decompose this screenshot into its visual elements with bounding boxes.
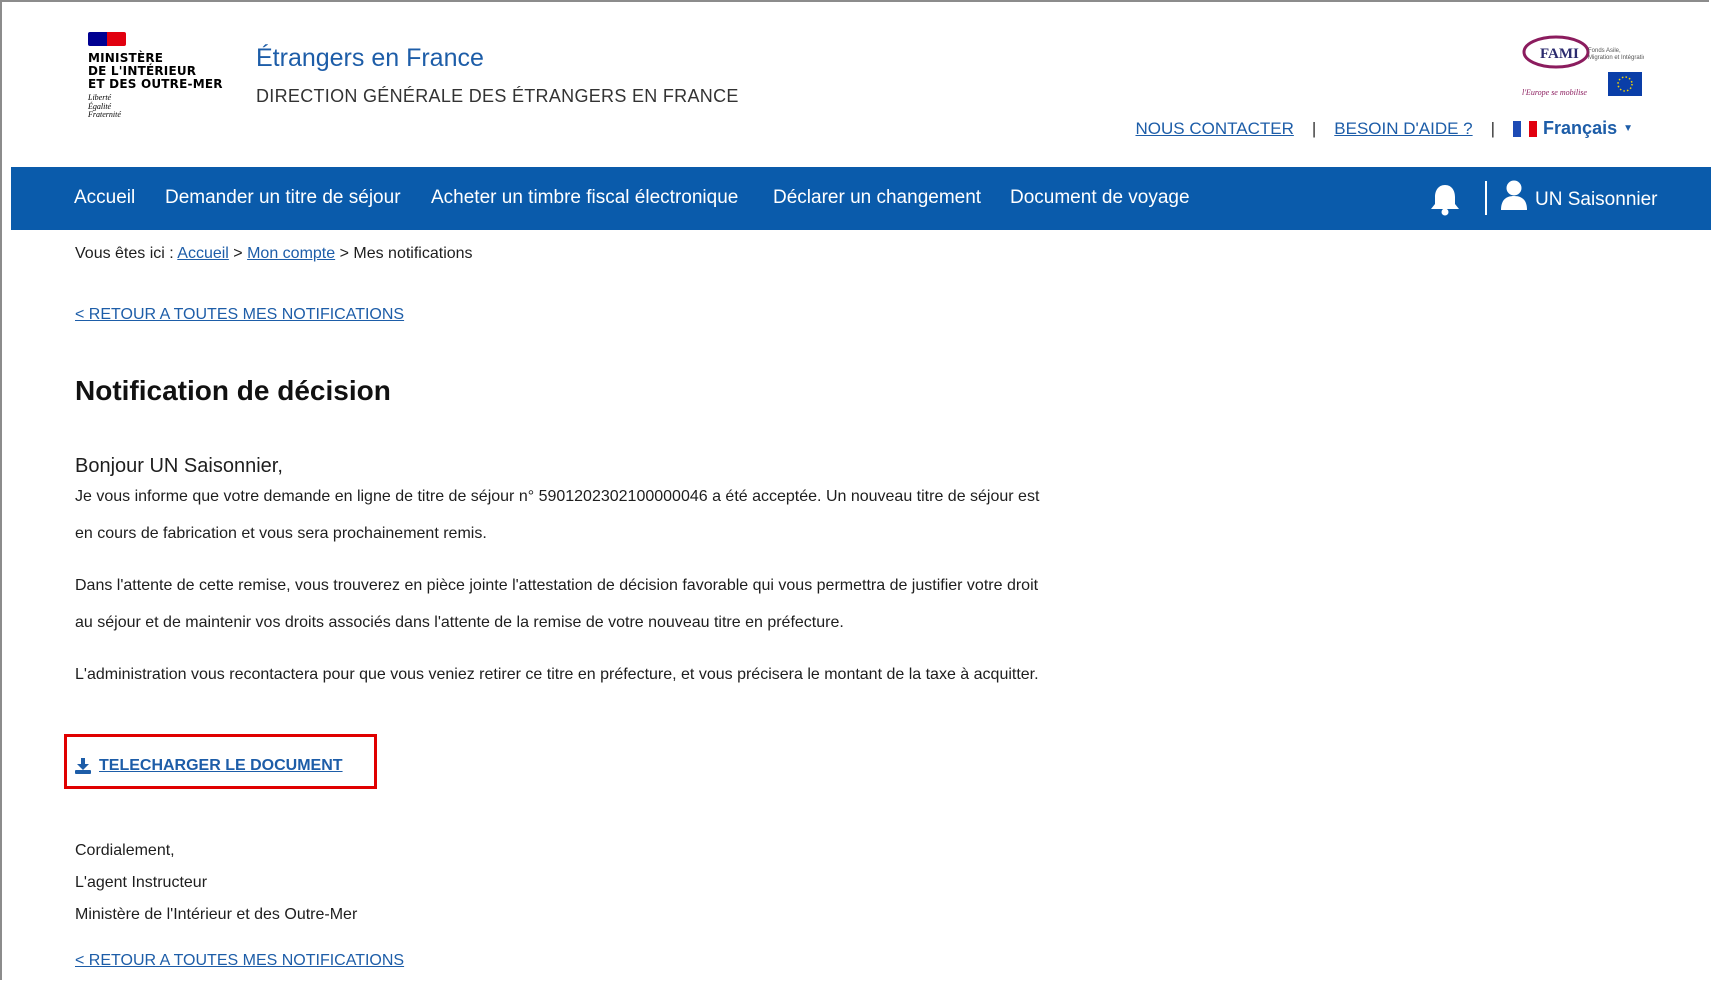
nav-item-document-voyage[interactable]: Document de voyage [1010, 187, 1190, 209]
site-subtitle: DIRECTION GÉNÉRALE DES ÉTRANGERS EN FRAN… [256, 86, 739, 106]
french-flag-icon [1513, 120, 1538, 137]
svg-text:Fonds Asile,: Fonds Asile, [1588, 48, 1621, 54]
republic-motto: Liberté Égalité Fraternité [88, 93, 121, 119]
fami-logo-text: FAMI [1540, 46, 1579, 62]
download-icon [75, 758, 91, 774]
signature-closing: Cordialement, [75, 842, 175, 859]
language-label: Français [1543, 118, 1618, 138]
breadcrumb-current: Mes notifications [353, 245, 473, 262]
ministry-name: MINISTÈRE DE L'INTÉRIEUR ET DES OUTRE-ME… [88, 51, 223, 91]
greeting: Bonjour UN Saisonnier, [75, 455, 283, 477]
notification-paragraph: L'administration vous recontactera pour … [75, 666, 1039, 683]
notification-bell-icon[interactable] [1428, 182, 1462, 216]
notification-paragraph: Dans l'attente de cette remise, vous tro… [75, 577, 1039, 631]
marianne-flag-icon [88, 32, 126, 46]
notification-paragraph: Je vous informe que votre demande en lig… [75, 488, 1040, 542]
ministry-logo[interactable]: MINISTÈRE DE L'INTÉRIEUR ET DES OUTRE-ME… [88, 32, 223, 120]
breadcrumb-home-link[interactable]: Accueil [177, 245, 229, 262]
signature-agent: L'agent Instructeur [75, 874, 208, 891]
site-header: MINISTÈRE DE L'INTÉRIEUR ET DES OUTRE-ME… [0, 0, 1711, 167]
download-document-link[interactable]: TELECHARGER LE DOCUMENT [75, 757, 343, 775]
main-navigation: Accueil Demander un titre de séjour Ache… [11, 167, 1711, 230]
back-to-notifications-link[interactable]: < RETOUR A TOUTES MES NOTIFICATIONS [75, 306, 404, 324]
nav-divider [1485, 181, 1487, 215]
page-title: Notification de décision [75, 375, 391, 406]
site-title[interactable]: Étrangers en France [256, 44, 484, 73]
svg-text:Migration et Intégration: Migration et Intégration [1588, 55, 1644, 61]
back-to-notifications-link-bottom[interactable]: < RETOUR A TOUTES MES NOTIFICATIONS [75, 952, 404, 970]
breadcrumb: Vous êtes ici : Accueil > Mon compte > M… [75, 245, 473, 262]
contact-link[interactable]: NOUS CONTACTER [1136, 119, 1294, 139]
signature-ministry: Ministère de l'Intérieur et des Outre-Me… [75, 906, 358, 923]
user-account-name[interactable]: UN Saisonnier [1535, 189, 1658, 211]
download-label: TELECHARGER LE DOCUMENT [99, 757, 343, 774]
nav-item-accueil[interactable]: Accueil [74, 187, 135, 209]
help-link[interactable]: BESOIN D'AIDE ? [1334, 119, 1472, 139]
user-icon[interactable] [1500, 180, 1528, 210]
separator: | [1311, 118, 1317, 138]
fami-tagline: l'Europe se mobilise [1522, 88, 1587, 97]
separator: | [1490, 118, 1496, 138]
nav-item-timbre-fiscal[interactable]: Acheter un timbre fiscal électronique [431, 187, 738, 209]
caret-down-icon: ▼ [1623, 123, 1633, 134]
breadcrumb-account-link[interactable]: Mon compte [247, 245, 335, 262]
header-utility-links: NOUS CONTACTER | BESOIN D'AIDE ? | Franç… [1136, 118, 1634, 139]
language-selector[interactable]: Français ▼ [1513, 118, 1633, 139]
nav-item-demander-titre[interactable]: Demander un titre de séjour [165, 187, 401, 209]
fami-eu-logo: FAMI Fonds Asile, Migration et Intégrati… [1522, 35, 1644, 97]
nav-item-declarer-changement[interactable]: Déclarer un changement [773, 187, 981, 209]
